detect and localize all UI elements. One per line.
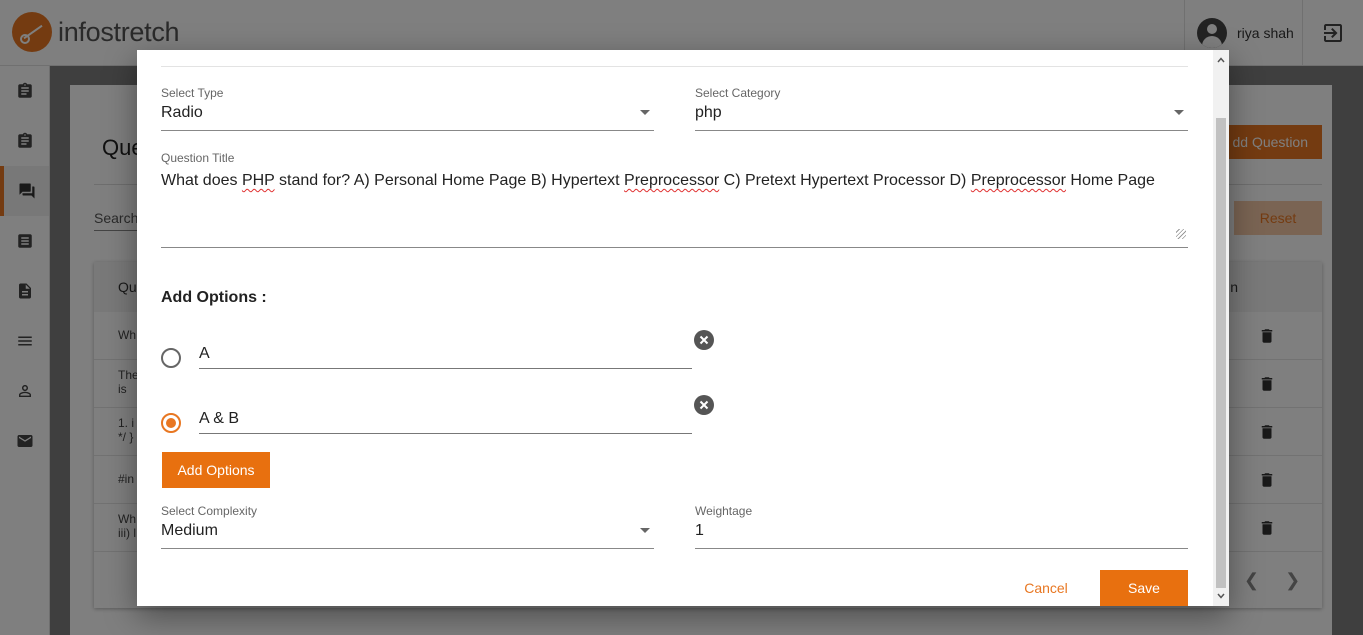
select-complexity-field[interactable]: Select Complexity Medium <box>161 504 654 549</box>
question-title-label: Question Title <box>161 151 235 165</box>
dialog-divider <box>161 66 1188 67</box>
question-title-textarea[interactable]: What does PHP stand for? A) Personal Hom… <box>161 171 1188 241</box>
option-row: A & B <box>161 395 721 442</box>
add-options-heading: Add Options : <box>161 289 267 306</box>
question-edit-dialog: Select Type Radio Select Category php Qu… <box>137 50 1229 606</box>
dropdown-arrow-icon <box>640 110 650 115</box>
scroll-up-icon[interactable] <box>1213 52 1229 68</box>
dropdown-arrow-icon <box>1174 110 1184 115</box>
field-underline <box>161 130 654 131</box>
field-underline <box>695 130 1188 131</box>
select-type-label: Select Type <box>161 86 224 100</box>
select-complexity-dropdown[interactable]: Medium <box>161 522 654 544</box>
select-type-value: Radio <box>161 104 203 121</box>
save-button[interactable]: Save <box>1100 570 1188 606</box>
select-category-dropdown[interactable]: php <box>695 104 1188 126</box>
select-type-dropdown[interactable]: Radio <box>161 104 654 126</box>
select-category-value: php <box>695 104 722 121</box>
cancel-button[interactable]: Cancel <box>1015 570 1077 606</box>
question-text-segment: What does <box>161 172 242 189</box>
select-category-label: Select Category <box>695 86 781 100</box>
remove-option-button[interactable] <box>694 330 714 350</box>
dropdown-arrow-icon <box>640 528 650 533</box>
field-underline <box>161 247 1188 248</box>
select-complexity-value: Medium <box>161 522 218 539</box>
option-radio[interactable] <box>161 348 181 368</box>
close-icon <box>699 335 709 345</box>
resize-handle-icon[interactable] <box>1176 229 1186 239</box>
add-options-button[interactable]: Add Options <box>162 452 270 488</box>
option-input[interactable]: A <box>199 337 692 369</box>
close-icon <box>699 400 709 410</box>
weightage-field[interactable]: Weightage 1 <box>695 504 1188 549</box>
scroll-thumb[interactable] <box>1216 118 1226 588</box>
field-underline <box>695 548 1188 549</box>
select-complexity-label: Select Complexity <box>161 504 258 518</box>
scroll-down-icon[interactable] <box>1213 588 1229 604</box>
remove-option-button[interactable] <box>694 395 714 415</box>
weightage-input[interactable]: 1 <box>695 522 1188 544</box>
spellcheck-word: PHP <box>241 172 275 189</box>
option-row: A <box>161 330 721 377</box>
field-underline <box>161 548 654 549</box>
select-category-field[interactable]: Select Category php <box>695 86 1188 131</box>
option-radio-selected[interactable] <box>161 413 181 433</box>
question-text-segment: stand for? A) Personal Home Page B) Hype… <box>274 172 625 189</box>
spellcheck-word: Preprocessor <box>970 172 1066 189</box>
dialog-scrollbar[interactable] <box>1213 50 1229 606</box>
question-text-segment: C) Pretext Hypertext Processor D) <box>719 172 971 189</box>
weightage-label: Weightage <box>695 504 753 518</box>
select-type-field[interactable]: Select Type Radio <box>161 86 654 131</box>
spellcheck-word: Preprocessor <box>624 172 720 189</box>
question-title-field[interactable]: Question Title What does PHP stand for? … <box>161 151 1188 248</box>
option-input[interactable]: A & B <box>199 402 692 434</box>
question-text-segment: Home Page <box>1065 172 1155 189</box>
